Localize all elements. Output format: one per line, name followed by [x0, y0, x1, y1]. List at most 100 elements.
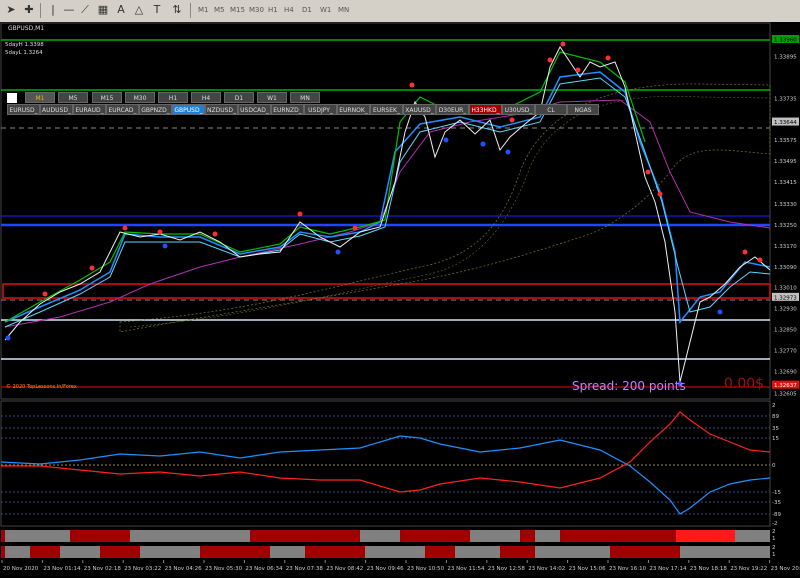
toolbar-separator [190, 3, 191, 18]
toolbar-tf-m15[interactable]: M15 [230, 5, 245, 15]
bar-segment [250, 530, 360, 542]
time-label: 23 Nov 17:14 [649, 566, 687, 572]
bar-segment [140, 546, 200, 558]
timeframe-button-h4[interactable]: H4 [191, 92, 221, 103]
timeframe-button-d1[interactable]: D1 [224, 92, 254, 103]
arrows-icon[interactable]: ⇅ [170, 3, 184, 17]
symbol-button[interactable]: CL [535, 104, 567, 115]
time-label: 23 Nov 19:22 [730, 566, 767, 572]
toolbar-tf-h4[interactable]: H4 [284, 5, 294, 15]
price-label: 1.33735 [774, 96, 797, 102]
symbol-button[interactable]: NZDUSD_ [205, 104, 238, 115]
trend-line-icon[interactable]: ⟋ [78, 3, 92, 17]
symbol-button[interactable]: U30USD_ [502, 104, 535, 115]
bar-segment [560, 530, 600, 542]
horizontal-line-icon[interactable]: — [62, 3, 76, 17]
oscillator-label: 0 [772, 463, 776, 469]
symbol-button[interactable]: H33HKD_ [469, 104, 502, 115]
bar-segment [130, 530, 250, 542]
timeframe-button-m1[interactable]: M1 [25, 92, 55, 103]
bar-segment [600, 530, 676, 542]
vertical-line-icon[interactable]: | [46, 3, 60, 17]
bar-segment [30, 546, 60, 558]
bar-segment [735, 530, 770, 542]
toolbar-separator [40, 3, 41, 18]
bar-indicator-row-1 [1, 530, 770, 542]
symbol-button[interactable]: EURCAD_ [106, 104, 139, 115]
symbol-button[interactable]: EURAUD_ [73, 104, 106, 115]
timeframe-button-m15[interactable]: M15 [92, 92, 122, 103]
toolbar-tf-m5[interactable]: M5 [214, 5, 225, 15]
bar-segment [680, 546, 770, 558]
timeframe-button-mn[interactable]: MN [290, 92, 320, 103]
symbol-button[interactable]: GBPNZD_ [139, 104, 172, 115]
bar-scale-label: 1 [772, 552, 776, 558]
price-label: 1.33010 [774, 286, 797, 292]
bar-indicator-scale: 2121 [772, 529, 776, 558]
symbol-button[interactable]: GBPUSD_ [172, 104, 205, 115]
price-label: 1.33170 [774, 244, 797, 250]
cursor-icon[interactable]: ➤ [4, 3, 18, 17]
time-label: 23 Nov 15:06 [569, 566, 607, 572]
time-label: 23 Nov 02:18 [84, 566, 122, 572]
time-label: 23 Nov 14:02 [528, 566, 565, 572]
timeframe-button-w1[interactable]: W1 [257, 92, 287, 103]
bar-segment [70, 530, 130, 542]
toolbar-tf-m1[interactable]: M1 [198, 5, 209, 15]
symbol-button[interactable]: USDJPY_ [304, 104, 337, 115]
price-label: 1.33575 [774, 138, 797, 144]
oscillator-red-line [1, 411, 771, 493]
bar-segment [360, 530, 400, 542]
timeframe-button-m5[interactable]: M5 [58, 92, 88, 103]
timeframe-button-m30[interactable]: M30 [125, 92, 155, 103]
chart-window[interactable]: GBPUSD,M1 5dayH 1.3398 5dayL 1.3264 © 20… [0, 22, 800, 574]
bar-segment [470, 530, 520, 542]
symbol-button[interactable]: XAUUSD_ [403, 104, 436, 115]
bar-segment [500, 546, 535, 558]
toolbar-tf-d1[interactable]: D1 [302, 5, 312, 15]
text-label-icon[interactable]: T [150, 3, 164, 17]
bar-segment [1, 530, 5, 542]
timeframe-button-h1[interactable]: H1 [158, 92, 188, 103]
symbol-button[interactable]: D30EUR_ [436, 104, 469, 115]
time-label: 23 Nov 07:38 [286, 566, 324, 572]
crosshair-icon[interactable]: ✚ [22, 3, 36, 17]
time-label: 23 Nov 16:10 [609, 566, 647, 572]
bar-segment [100, 546, 140, 558]
symbol-button[interactable]: NGAS [567, 104, 599, 115]
slow-ma-line [4, 99, 771, 328]
symbol-button[interactable]: EURNZD_ [271, 104, 304, 115]
toolbar-tf-h1[interactable]: H1 [268, 5, 278, 15]
time-label: 23 Nov 20:26 [771, 566, 800, 572]
text-icon[interactable]: A [114, 3, 128, 17]
toolbar-tf-m30[interactable]: M30 [249, 5, 264, 15]
symbol-button[interactable]: EURNOK_ [337, 104, 370, 115]
bar-segment [200, 546, 270, 558]
price-label: 1.33495 [774, 159, 797, 165]
time-axis[interactable]: 20 Nov 2020 23 Nov 01:14 23 Nov 02:18 23 No… [1, 560, 800, 572]
oscillator-label: -2 [772, 521, 777, 527]
oscillator-label: -89 [772, 512, 781, 518]
shapes-icon[interactable]: △ [132, 3, 146, 17]
bar-segment [270, 546, 305, 558]
five-day-high: 5dayH 1.3398 [5, 42, 44, 48]
oscillator-panel-frame [0, 400, 771, 527]
oscillator-label: 15 [772, 436, 779, 442]
toggle-square-button[interactable] [7, 93, 17, 103]
time-label: 23 Nov 10:50 [407, 566, 445, 572]
symbol-button[interactable]: AUDUSD_ [40, 104, 73, 115]
price-label: 1.32930 [774, 307, 797, 313]
bar-segment [60, 546, 100, 558]
symbol-button[interactable]: EURUSD_ [7, 104, 40, 115]
symbol-button[interactable]: EURSEK_ [370, 104, 403, 115]
bar-segment [365, 546, 425, 558]
bar-segment [455, 546, 500, 558]
price-scale[interactable]: 1.33960 1.33895 1.33735 1.33644 1.33575 1.334… [772, 35, 799, 398]
channel-icon[interactable]: ▦ [96, 3, 110, 17]
toolbar-tf-w1[interactable]: W1 [320, 5, 331, 15]
time-label: 23 Nov 18:18 [690, 566, 728, 572]
toolbar-tf-mn[interactable]: MN [338, 5, 349, 15]
symbol-button[interactable]: USDCAD_ [238, 104, 271, 115]
bar-segment [400, 530, 470, 542]
symbol-title: GBPUSD,M1 [8, 25, 44, 32]
